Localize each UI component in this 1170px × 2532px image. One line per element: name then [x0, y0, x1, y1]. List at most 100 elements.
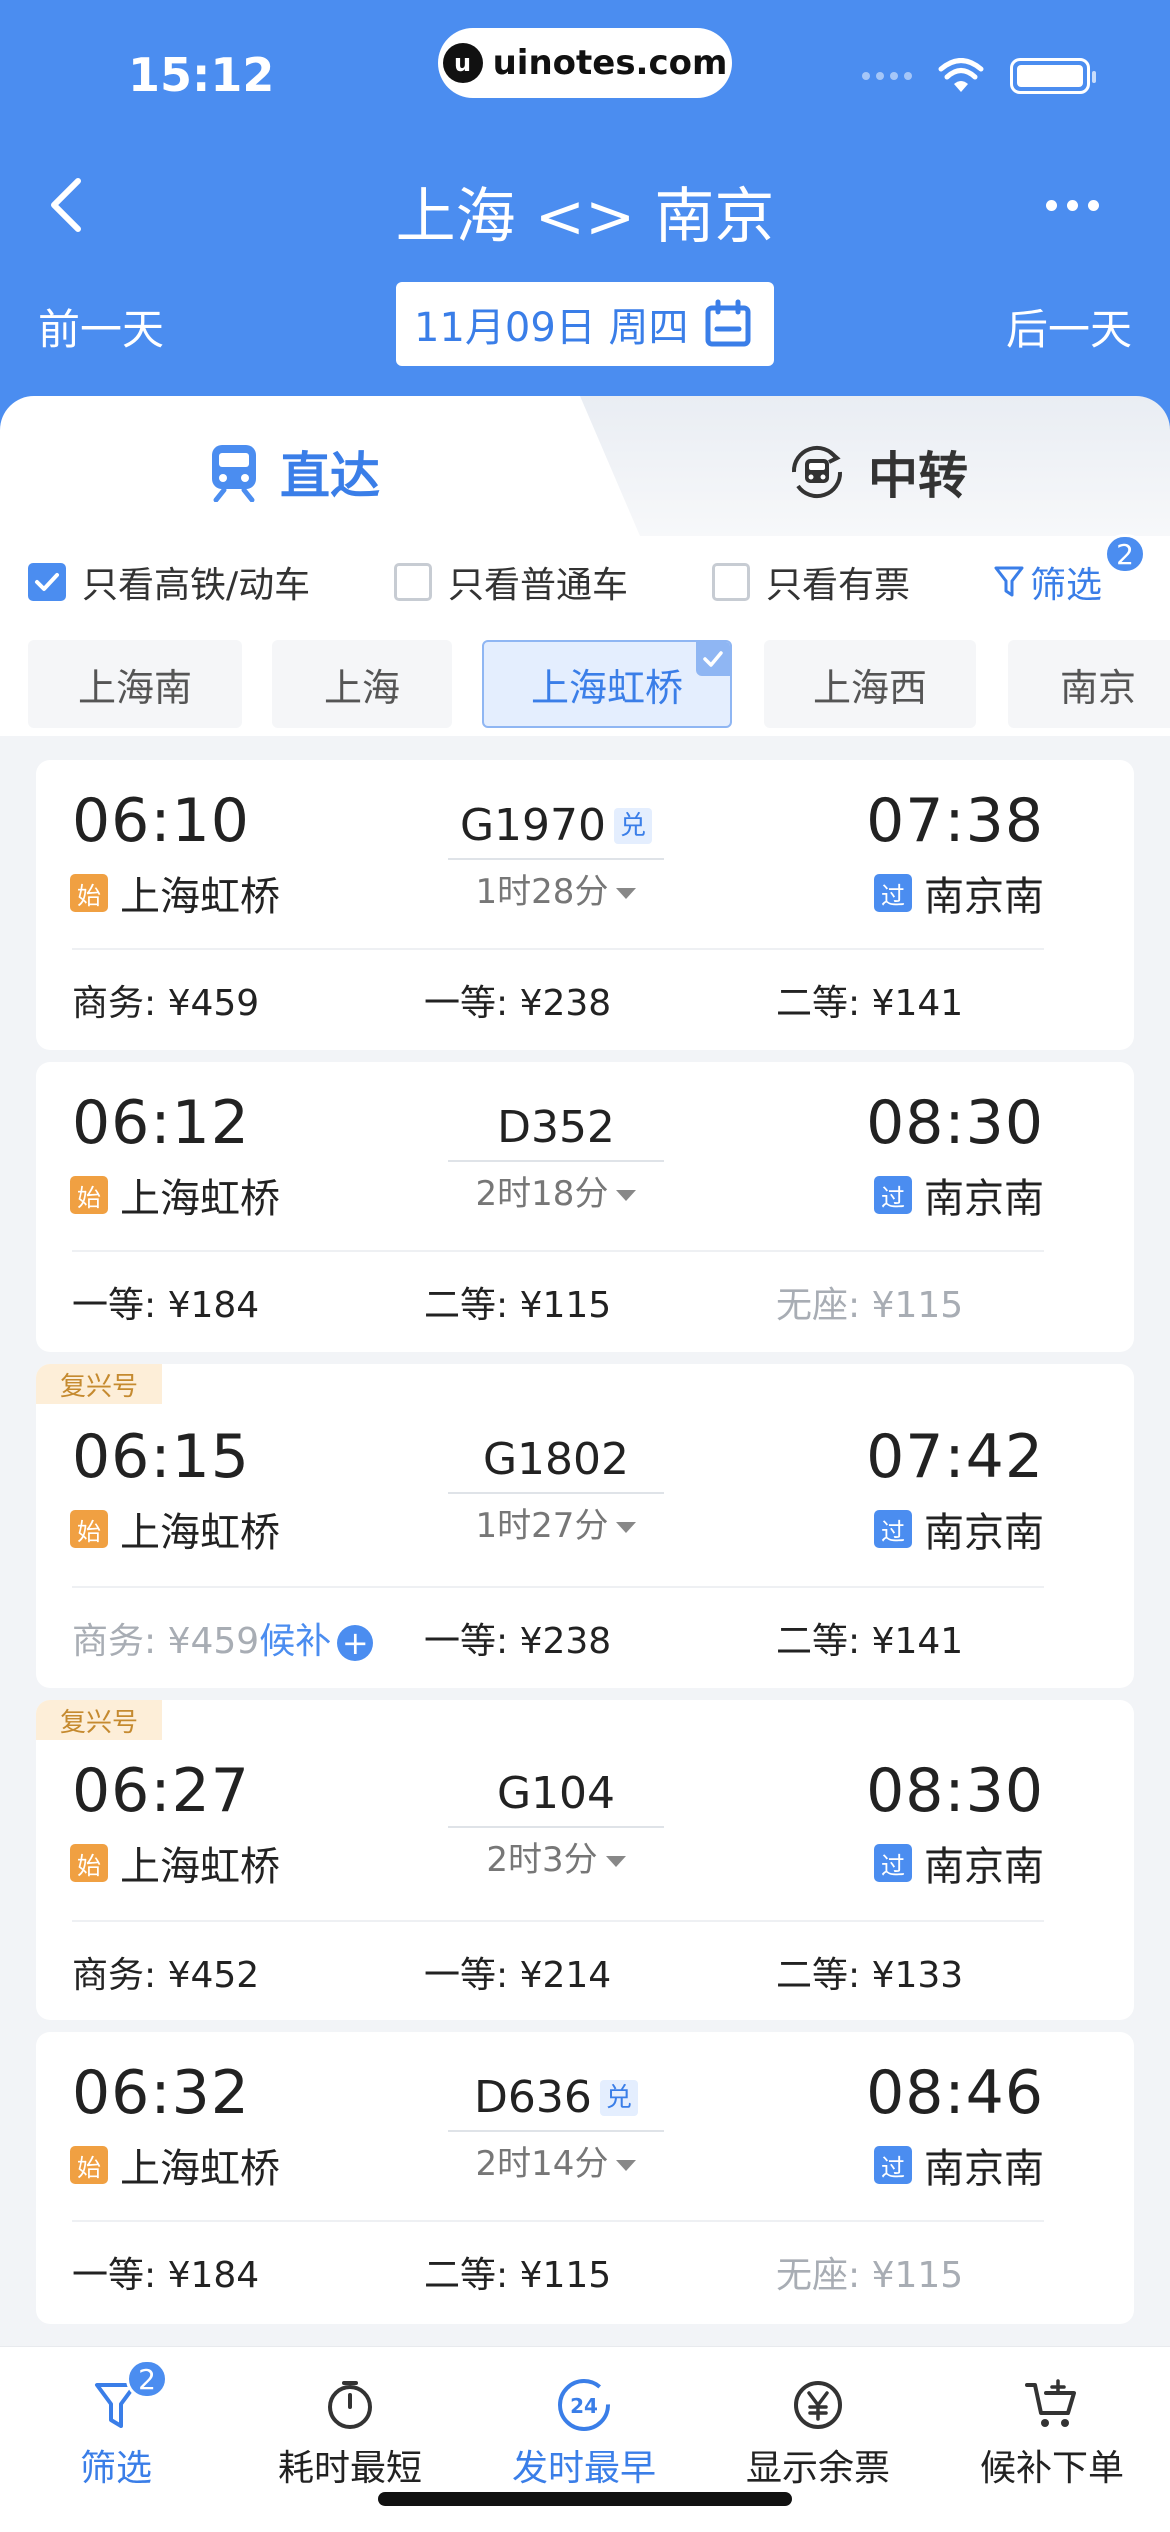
nav-shortest[interactable]: 耗时最短 — [250, 2375, 450, 2491]
exchange-badge: 兑 — [599, 2079, 638, 2116]
price-business-waitlist[interactable]: 商务: ¥459候补 + — [72, 1612, 374, 1664]
duration[interactable]: 1时27分 — [448, 1498, 664, 1547]
departure-station: 始 上海虹桥 — [70, 1166, 280, 1224]
date-text: 11月09日 周四 — [414, 305, 689, 351]
pass-badge: 过 — [874, 1176, 912, 1214]
price-first: 一等: ¥214 — [424, 1955, 612, 1996]
status-time: 15:12 — [128, 48, 275, 102]
caret-down-icon — [616, 888, 637, 899]
home-indicator — [378, 2492, 792, 2506]
yen-coin-icon — [788, 2375, 848, 2435]
station-chips: 上海南 上海 上海虹桥 上海西 南京 — [0, 640, 1170, 730]
signal-icon — [862, 72, 912, 80]
station-chip[interactable]: 南京 — [1008, 640, 1170, 728]
duration[interactable]: 2时18分 — [448, 1166, 664, 1215]
selected-check-icon — [696, 642, 730, 676]
price-second: 二等: ¥115 — [424, 2255, 612, 2296]
arrival-time: 08:30 — [866, 1088, 1044, 1158]
origin-badge: 始 — [70, 1844, 108, 1882]
checkbox-icon — [394, 563, 432, 601]
station-chip-selected[interactable]: 上海虹桥 — [482, 640, 732, 728]
arrival-station: 过 南京南 — [874, 864, 1044, 922]
arrival-time: 08:46 — [866, 2058, 1044, 2128]
calendar-icon — [705, 299, 751, 347]
nav-filter-badge: 2 — [126, 2359, 168, 2399]
train-number: D352 — [497, 1102, 615, 1153]
duration[interactable]: 2时3分 — [448, 1832, 664, 1881]
origin-badge: 始 — [70, 1176, 108, 1214]
pass-badge: 过 — [874, 874, 912, 912]
svg-text:24: 24 — [570, 2394, 598, 2418]
pass-badge: 过 — [874, 1510, 912, 1548]
nav-filter[interactable]: 筛选 — [16, 2375, 216, 2491]
station-chip[interactable]: 上海南 — [28, 640, 242, 728]
arrival-station: 过 南京南 — [874, 1500, 1044, 1558]
tab-transfer-label: 中转 — [868, 447, 968, 505]
tab-transfer[interactable]: 中转 — [786, 436, 968, 508]
origin-badge: 始 — [70, 1510, 108, 1548]
train-card[interactable]: 06:12 始 上海虹桥 D352 2时18分 08:30 过 南京南 一等: … — [36, 1062, 1134, 1352]
battery-icon — [1010, 58, 1096, 94]
train-number: G1970 兑 — [448, 800, 664, 851]
price-first: 一等: ¥184 — [72, 2255, 260, 2296]
clock-24-icon: 24 — [554, 2375, 614, 2435]
caret-down-icon — [616, 1522, 637, 1533]
plus-circle-icon[interactable]: + — [337, 1625, 374, 1661]
pass-badge: 过 — [874, 2146, 912, 2184]
price-second: 二等: ¥133 — [776, 1955, 964, 1996]
date-selector[interactable]: 11月09日 周四 — [396, 282, 774, 366]
caret-down-icon — [616, 1190, 637, 1201]
train-number: D636 兑 — [448, 2072, 664, 2123]
tab-direct[interactable]: 直达 — [208, 436, 380, 508]
train-icon — [212, 445, 256, 502]
filter-button[interactable]: 筛选 — [994, 556, 1102, 608]
price-business: 商务: ¥459 — [72, 983, 260, 1024]
app-header: 15:12 u uinotes.com 上海 <> 南京 前一天 11月09日 … — [0, 0, 1170, 430]
arrival-time: 07:38 — [866, 786, 1044, 856]
filter-count-badge: 2 — [1104, 534, 1146, 574]
train-card[interactable]: 06:10 始 上海虹桥 G1970 兑 1时28分 07:38 过 南京南 商… — [36, 760, 1134, 1050]
station-chip[interactable]: 上海西 — [764, 640, 976, 728]
cart-plus-icon — [1022, 2375, 1082, 2435]
price-standing: 无座: ¥115 — [776, 2255, 964, 2296]
fuxing-tag: 复兴号 — [36, 1364, 163, 1404]
train-card[interactable]: 06:32 始 上海虹桥 D636 兑 2时14分 08:46 过 南京南 一等… — [36, 2032, 1134, 2324]
price-first: 一等: ¥238 — [424, 983, 612, 1024]
timer-icon — [320, 2375, 380, 2435]
price-second: 二等: ¥115 — [424, 1285, 612, 1326]
exchange-badge: 兑 — [614, 807, 653, 844]
price-standing: 无座: ¥115 — [776, 1285, 964, 1326]
site-logo-icon: u — [442, 43, 483, 83]
high-speed-checkbox[interactable]: 只看高铁/动车 — [28, 556, 310, 608]
departure-time: 06:10 — [72, 786, 250, 856]
duration[interactable]: 1时28分 — [448, 864, 664, 913]
wifi-icon — [938, 58, 984, 92]
duration[interactable]: 2时14分 — [448, 2136, 664, 2185]
departure-time: 06:27 — [72, 1756, 250, 1826]
departure-time: 06:12 — [72, 1088, 250, 1158]
caret-down-icon — [616, 2160, 637, 2171]
prev-day-button[interactable]: 前一天 — [38, 296, 164, 357]
origin-badge: 始 — [70, 874, 108, 912]
origin-badge: 始 — [70, 2146, 108, 2184]
nav-waitlist[interactable]: 候补下单 — [952, 2375, 1152, 2491]
price-business: 商务: ¥452 — [72, 1955, 260, 1996]
arrival-station: 过 南京南 — [874, 1166, 1044, 1224]
caret-down-icon — [605, 1856, 626, 1867]
train-card[interactable]: 复兴号 06:27 始 上海虹桥 G104 2时3分 08:30 过 南京南 商… — [36, 1700, 1134, 2020]
url-pill: u uinotes.com — [438, 28, 732, 98]
filter-label: 筛选 — [1030, 565, 1103, 606]
train-card[interactable]: 复兴号 06:15 始 上海虹桥 G1802 1时27分 07:42 过 南京南… — [36, 1364, 1134, 1688]
available-checkbox[interactable]: 只看有票 — [712, 556, 910, 608]
nav-show-remaining[interactable]: 显示余票 — [718, 2375, 918, 2491]
more-button[interactable] — [1032, 180, 1112, 230]
next-day-button[interactable]: 后一天 — [1006, 296, 1132, 357]
train-number: G1802 — [482, 1434, 630, 1485]
filter-row: 只看高铁/动车 只看普通车 只看有票 筛选 2 — [0, 534, 1170, 610]
normal-train-checkbox[interactable]: 只看普通车 — [394, 556, 628, 608]
transfer-train-icon — [791, 445, 843, 499]
nav-earliest[interactable]: 24 发时最早 — [484, 2375, 684, 2491]
funnel-icon — [994, 566, 1024, 597]
departure-time: 06:32 — [72, 2058, 250, 2128]
station-chip[interactable]: 上海 — [272, 640, 452, 728]
